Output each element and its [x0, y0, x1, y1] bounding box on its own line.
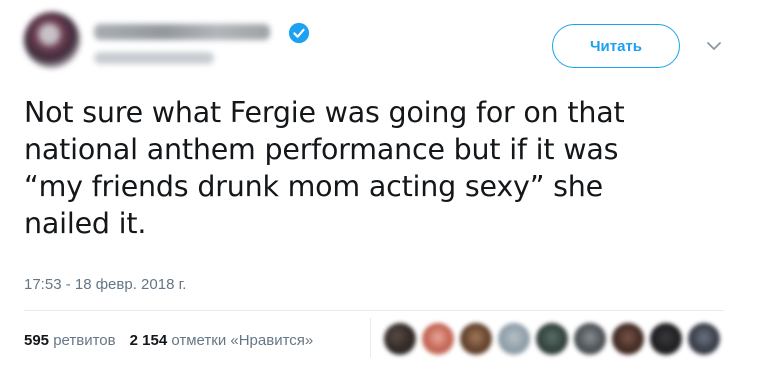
retweets-label: ретвитов: [53, 332, 116, 349]
liker-avatars: [384, 323, 720, 355]
author-name-blurred[interactable]: [94, 24, 270, 40]
liker-avatar[interactable]: [384, 323, 416, 355]
likes-count: 2 154: [129, 332, 168, 349]
tweet-timestamp[interactable]: 17:53 - 18 февр. 2018 г.: [24, 276, 186, 293]
verified-badge-icon: [288, 22, 310, 44]
chevron-down-icon[interactable]: [706, 40, 722, 52]
liker-avatar[interactable]: [498, 323, 530, 355]
liker-avatar[interactable]: [460, 323, 492, 355]
liker-avatar[interactable]: [536, 323, 568, 355]
author-avatar[interactable]: [24, 12, 80, 68]
retweets-count: 595: [24, 332, 50, 349]
tweet-stats: 595 ретвитов 2 154 отметки «Нравится»: [24, 332, 313, 349]
likes-stat[interactable]: 2 154 отметки «Нравится»: [130, 332, 314, 349]
tweet-text: Not sure what Fergie was going for on th…: [24, 96, 625, 240]
liker-avatar[interactable]: [422, 323, 454, 355]
follow-button[interactable]: Читать: [552, 24, 680, 68]
divider: [24, 310, 724, 311]
liker-avatar[interactable]: [612, 323, 644, 355]
retweets-stat[interactable]: 595 ретвитов: [24, 332, 116, 349]
liker-avatar[interactable]: [688, 323, 720, 355]
likes-label: отметки «Нравится»: [171, 332, 314, 349]
liker-avatar[interactable]: [574, 323, 606, 355]
liker-avatar[interactable]: [650, 323, 682, 355]
author-handle-blurred[interactable]: [94, 52, 214, 64]
stats-separator: [370, 318, 371, 358]
